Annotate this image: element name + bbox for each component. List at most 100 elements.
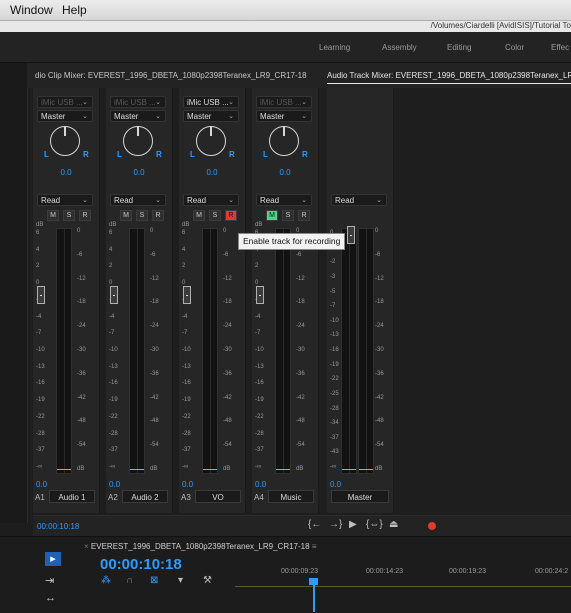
pan-left-label: L xyxy=(44,150,49,159)
scale-tick-label: -22 xyxy=(182,413,191,420)
track-name[interactable]: VO xyxy=(195,490,241,503)
automation-dropdown[interactable]: Read ⌄ xyxy=(183,194,239,206)
input-dropdown[interactable]: iMic USB ... ⌄ xyxy=(256,96,312,108)
workspace-color[interactable]: Color xyxy=(505,43,524,52)
record-button[interactable] xyxy=(428,522,436,530)
scale-tick-label: 0 xyxy=(77,228,81,234)
master-fader-thumb[interactable] xyxy=(347,226,355,244)
input-dropdown[interactable]: iMic USB ... ⌄ xyxy=(37,96,93,108)
scale-tick-label: -54 xyxy=(150,442,159,449)
input-dropdown[interactable]: iMic USB ... ⌄ xyxy=(183,96,239,108)
track-volume[interactable]: 0.0 xyxy=(109,480,120,489)
pan-value[interactable]: 0.0 xyxy=(179,168,245,177)
scale-tick-label: -22 xyxy=(36,413,45,420)
automation-dropdown[interactable]: Read ⌄ xyxy=(256,194,312,206)
chevron-down-icon: ⌄ xyxy=(155,197,161,204)
output-dropdown[interactable]: Master ⌄ xyxy=(183,110,239,122)
nest-icon[interactable]: ⁂ xyxy=(101,575,111,586)
menu-help[interactable]: Help xyxy=(62,3,87,17)
sequence-tab[interactable]: × EVEREST_1996_DBETA_1080p2398Teranex_LR… xyxy=(84,542,571,556)
menu-icon[interactable]: ≡ xyxy=(312,542,317,551)
sequence-timecode[interactable]: 00:00:10:18 xyxy=(100,556,182,573)
mute-button[interactable]: M xyxy=(120,210,132,221)
track-name[interactable]: Music xyxy=(268,490,314,503)
track-volume[interactable]: 0.0 xyxy=(36,480,47,489)
automation-dropdown[interactable]: Read ⌄ xyxy=(37,194,93,206)
output-dropdown[interactable]: Master ⌄ xyxy=(256,110,312,122)
pan-knob[interactable] xyxy=(269,126,299,156)
automation-dropdown[interactable]: Read ⌄ xyxy=(110,194,166,206)
pan-knob[interactable] xyxy=(50,126,80,156)
solo-button[interactable]: S xyxy=(136,210,148,221)
pan-value[interactable]: 0.0 xyxy=(252,168,318,177)
output-dropdown[interactable]: Master ⌄ xyxy=(110,110,166,122)
play-in-to-out-icon[interactable]: {⇔} xyxy=(366,519,383,530)
master-volume[interactable]: 0.0 xyxy=(330,480,341,489)
play-icon[interactable]: ▶ xyxy=(349,519,357,530)
menu-window[interactable]: Window xyxy=(10,3,53,17)
scale-tick-label: dB xyxy=(150,466,158,472)
record-enable-button[interactable]: R xyxy=(152,210,164,221)
solo-button[interactable]: S xyxy=(282,210,294,221)
loop-icon[interactable]: ⏏ xyxy=(389,519,398,530)
scale-tick-label: -25 xyxy=(330,390,339,397)
mixer-timecode[interactable]: 00:00:10:18 xyxy=(37,522,79,531)
fader-thumb[interactable] xyxy=(183,286,191,304)
add-marker-icon[interactable]: ▾ xyxy=(178,575,183,586)
track-name[interactable]: Audio 1 xyxy=(49,490,95,503)
workspace-learning[interactable]: Learning xyxy=(319,43,350,52)
scale-tick-label: -22 xyxy=(109,413,118,420)
pan-knob[interactable] xyxy=(123,126,153,156)
selection-tool-icon[interactable]: ▸ xyxy=(45,552,61,566)
track-select-tool-icon[interactable]: ⇥ xyxy=(45,574,54,587)
ripple-edit-tool-icon[interactable]: ↔ xyxy=(45,592,56,604)
go-to-in-icon[interactable]: {← xyxy=(308,519,321,530)
record-enable-button[interactable]: R xyxy=(225,210,237,221)
scale-tick-label: -37 xyxy=(36,447,45,454)
master-automation-dropdown[interactable]: Read ⌄ xyxy=(331,194,387,206)
mute-button[interactable]: M xyxy=(266,210,278,221)
playhead[interactable] xyxy=(313,580,315,612)
work-area-bar[interactable] xyxy=(235,586,571,587)
chevron-down-icon: ⌄ xyxy=(155,113,161,120)
scale-tick-label: -42 xyxy=(150,394,159,401)
tab-audio-clip-mixer[interactable]: dio Clip Mixer: EVEREST_1996_DBETA_1080p… xyxy=(35,71,307,80)
close-icon[interactable]: × xyxy=(84,542,91,551)
mute-button[interactable]: M xyxy=(47,210,59,221)
pan-value[interactable]: 0.0 xyxy=(106,168,172,177)
track-volume[interactable]: 0.0 xyxy=(182,480,193,489)
fader-thumb[interactable] xyxy=(110,286,118,304)
master-strip: Read ⌄ 0-1-2-3-5-7-10-13-16-19-22-25-28-… xyxy=(327,88,394,513)
input-dropdown[interactable]: iMic USB ... ⌄ xyxy=(110,96,166,108)
pan-value[interactable]: 0.0 xyxy=(33,168,99,177)
scale-tick-label: -42 xyxy=(375,394,384,401)
solo-button[interactable]: S xyxy=(63,210,75,221)
go-to-out-icon[interactable]: →} xyxy=(329,519,342,530)
master-automation-label: Read xyxy=(335,196,355,205)
wrench-icon[interactable]: ⚒ xyxy=(203,575,212,586)
meter-db-scale: dB6420-2-4-7-10-13-16-19-22-28-37-∞ xyxy=(109,222,131,474)
pan-knob[interactable] xyxy=(196,126,226,156)
record-enable-button[interactable]: R xyxy=(298,210,310,221)
record-enable-button[interactable]: R xyxy=(79,210,91,221)
track-name[interactable]: Audio 2 xyxy=(122,490,168,503)
audio-meter xyxy=(275,228,291,474)
chevron-down-icon: ⌄ xyxy=(228,197,234,204)
scale-tick-label: -7 xyxy=(330,303,336,310)
scale-tick-label: 0 xyxy=(223,228,227,234)
solo-button[interactable]: S xyxy=(209,210,221,221)
output-dropdown[interactable]: Master ⌄ xyxy=(37,110,93,122)
time-ruler[interactable]: 00:00:09:23 00:00:14:23 00:00:19:23 00:0… xyxy=(235,566,571,588)
tab-audio-track-mixer[interactable]: Audio Track Mixer: EVEREST_1996_DBETA_10… xyxy=(327,71,571,84)
linked-selection-icon[interactable]: ⊠ xyxy=(150,575,158,586)
pan-right-label: R xyxy=(156,150,162,159)
workspace-assembly[interactable]: Assembly xyxy=(382,43,417,52)
snap-icon[interactable]: ∩ xyxy=(126,575,133,586)
mute-button[interactable]: M xyxy=(193,210,205,221)
fader-thumb[interactable] xyxy=(37,286,45,304)
scale-tick-label: dB xyxy=(77,466,85,472)
workspace-editing[interactable]: Editing xyxy=(447,43,471,52)
track-volume[interactable]: 0.0 xyxy=(255,480,266,489)
fader-thumb[interactable] xyxy=(256,286,264,304)
workspace-effects[interactable]: Effec xyxy=(551,43,569,52)
